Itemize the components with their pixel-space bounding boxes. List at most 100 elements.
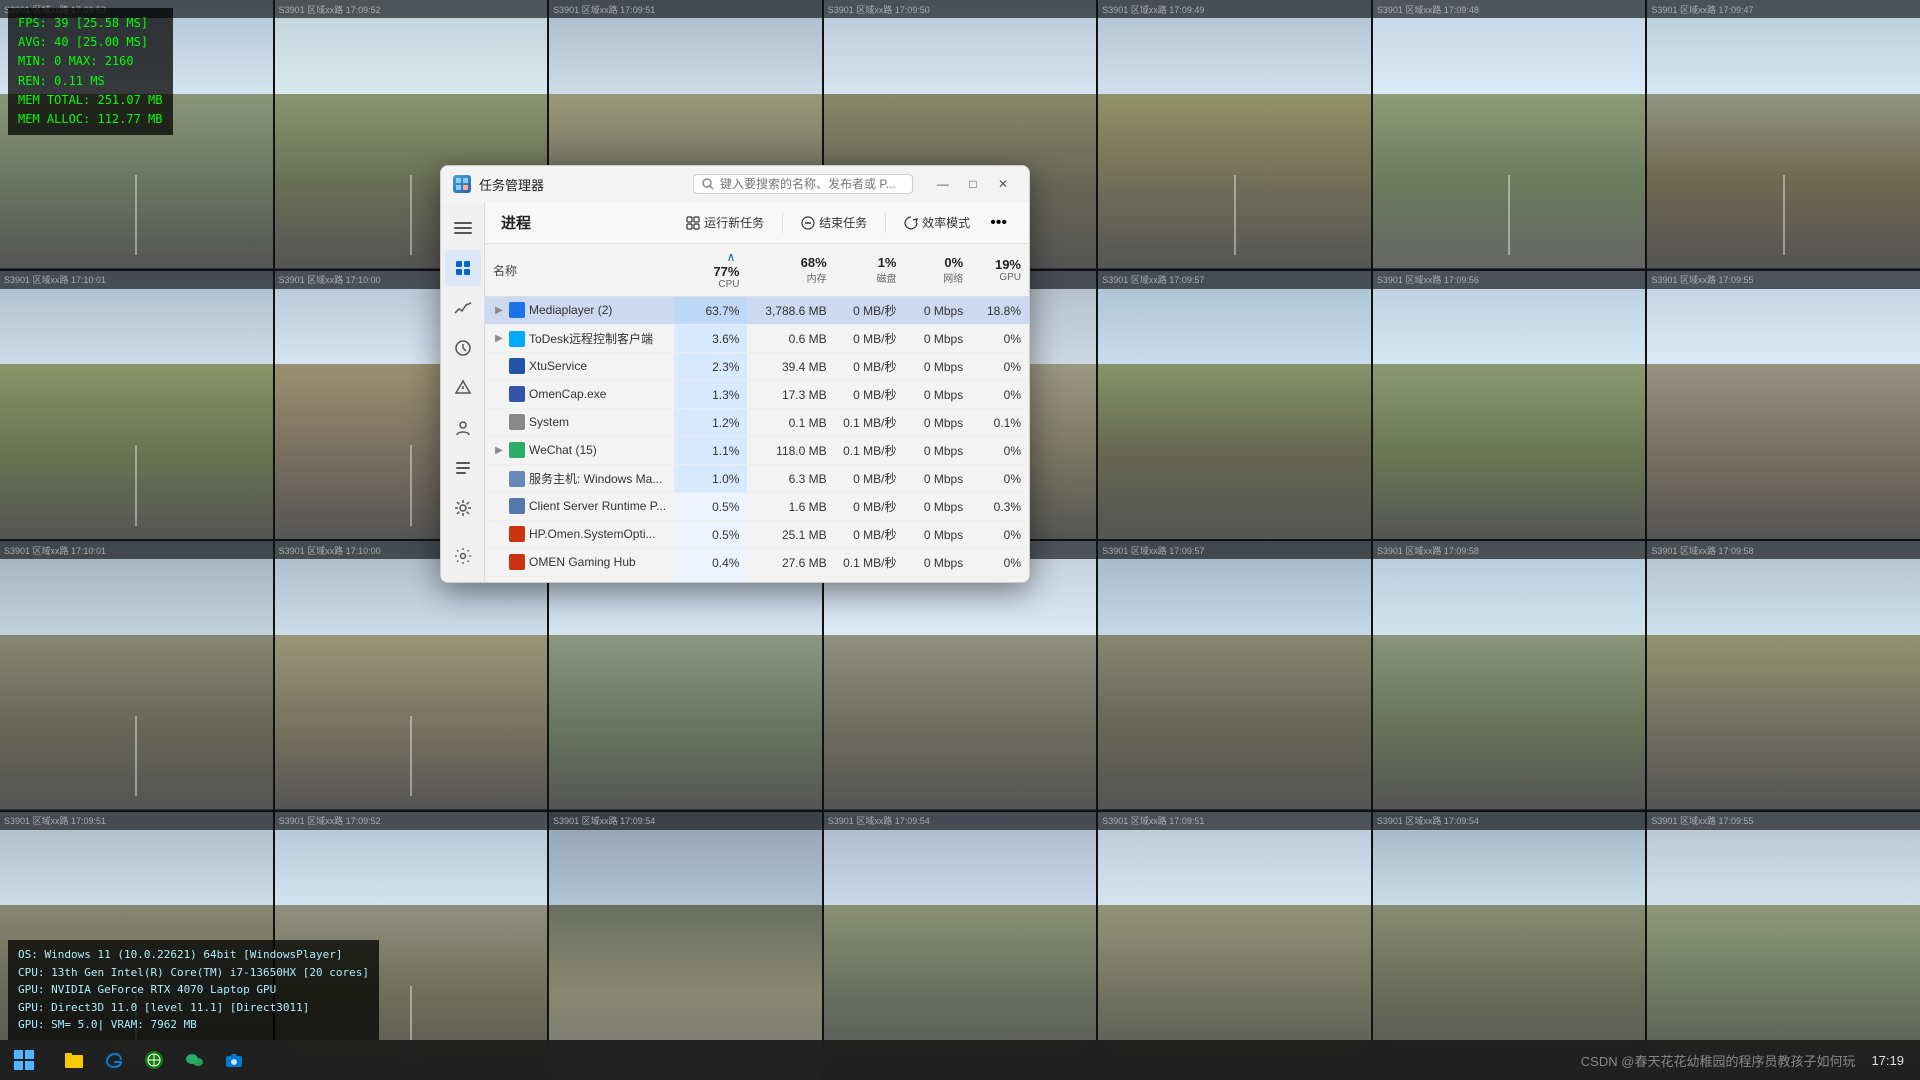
run-task-label: 运行新任务 [704, 214, 764, 231]
camera-cell[interactable]: S3901 区域xx路 17:09:57 [1098, 541, 1371, 810]
process-cpu: 1.0% [674, 465, 747, 493]
camera-cell[interactable]: S3901 区域xx路 17:09:56 [1373, 271, 1646, 540]
table-row[interactable]: Client Server Runtime P...0.5%1.6 MB0 MB… [485, 493, 1029, 521]
camera-cell[interactable]: S3901 区域xx路 17:09:58 [1373, 541, 1646, 810]
column-header-disk[interactable]: 1% 磁盘 [835, 244, 905, 297]
taskmanager-search[interactable] [693, 174, 913, 194]
table-row[interactable]: System1.2%0.1 MB0.1 MB/秒0 Mbps0.1% [485, 409, 1029, 437]
table-row[interactable]: 服务主机: Windows Ma...1.0%6.3 MB0 MB/秒0 Mbp… [485, 465, 1029, 493]
process-disk: 0 MB/秒 [835, 297, 905, 325]
table-header-row: 名称 ∧ 77% CPU 68% 内存 [485, 244, 1029, 297]
process-gpu: 0% [971, 353, 1029, 381]
sysinfo-cpu: CPU: 13th Gen Intel(R) Core(TM) i7-13650… [18, 964, 369, 982]
process-network: 0 Mbps [904, 381, 971, 409]
taskbar-icon-edge[interactable] [96, 1042, 132, 1078]
table-row[interactable]: ▶Mediaplayer (2)63.7%3,788.6 MB0 MB/秒0 M… [485, 297, 1029, 325]
table-row[interactable]: ▶ToDesk远程控制客户端3.6%0.6 MB0 MB/秒0 Mbps0% [485, 325, 1029, 353]
camera-label: S3901 区域xx路 17:09:58 [1373, 541, 1646, 559]
search-input[interactable] [720, 177, 900, 191]
process-table-container[interactable]: 名称 ∧ 77% CPU 68% 内存 [485, 244, 1029, 582]
process-network: 0 Mbps [904, 493, 971, 521]
camera-cell[interactable]: S3901 区域xx路 17:09:58 [1647, 541, 1920, 810]
column-header-name[interactable]: 名称 [485, 244, 674, 297]
process-memory: 6.3 MB [747, 465, 834, 493]
start-button[interactable] [0, 1040, 48, 1080]
sidebar-item-settings[interactable] [445, 538, 481, 574]
process-memory: 1.6 MB [747, 493, 834, 521]
process-memory: 27.6 MB [747, 549, 834, 577]
table-row[interactable]: OmenCap.exe1.3%17.3 MB0 MB/秒0 Mbps0% [485, 381, 1029, 409]
taskbar-icon-xbox[interactable] [136, 1042, 172, 1078]
sidebar-item-users[interactable] [445, 410, 481, 446]
camera-label: S3901 区域xx路 17:09:52 [275, 0, 548, 18]
debug-avg: AVG: 40 [25.00 MS] [18, 33, 163, 52]
process-name-text: Mediaplayer (2) [529, 303, 612, 317]
camera-cell[interactable]: S3901 区域xx路 17:09:48 [1373, 0, 1646, 269]
taskbar-icon-wechat[interactable] [176, 1042, 212, 1078]
run-task-button[interactable]: 运行新任务 [676, 210, 774, 235]
end-task-button[interactable]: 结束任务 [791, 210, 877, 235]
process-network: 0 Mbps [904, 353, 971, 381]
expand-arrow[interactable]: ▶ [493, 305, 505, 316]
sidebar-menu-button[interactable] [445, 210, 481, 246]
camera-cell[interactable]: S3901 区域xx路 17:09:57 [1098, 271, 1371, 540]
processes-tab-title: 进程 [501, 212, 672, 233]
sidebar-item-details[interactable] [445, 450, 481, 486]
taskmanager-body: 进程 运行新任务 结束任务 效率模式 ••• [441, 202, 1029, 582]
camera-cell[interactable]: S3901 区域xx路 17:09:49 [1098, 0, 1371, 269]
process-memory: 118.0 MB [747, 437, 834, 465]
process-name-cell: XtuService [485, 353, 674, 379]
camera-cell[interactable]: S3901 区域xx路 17:10:01 [0, 541, 273, 810]
process-gpu: 0% [971, 549, 1029, 577]
taskbar-icon-explorer[interactable] [56, 1042, 92, 1078]
table-row[interactable]: HP.Omen.SystemOpti...0.5%25.1 MB0 MB/秒0 … [485, 521, 1029, 549]
taskbar-right: CSDN @春天花花幼稚园的程序员教孩子如何玩 17:19 [1581, 1051, 1920, 1070]
process-disk: 0.1 MB/秒 [835, 437, 905, 465]
column-header-cpu[interactable]: ∧ 77% CPU [674, 244, 747, 297]
close-button[interactable]: ✕ [989, 170, 1017, 198]
expand-arrow[interactable]: ▶ [493, 445, 505, 456]
debug-ren: REN: 0.11 MS [18, 72, 163, 91]
taskbar-time: 17:19 [1871, 1053, 1904, 1068]
efficiency-button[interactable]: 效率模式 [894, 210, 980, 235]
table-row[interactable]: ▶WeChat (15)1.1%118.0 MB0.1 MB/秒0 Mbps0% [485, 437, 1029, 465]
process-table-body: ▶Mediaplayer (2)63.7%3,788.6 MB0 MB/秒0 M… [485, 297, 1029, 583]
taskbar: CSDN @春天花花幼稚园的程序员教孩子如何玩 17:19 [0, 1040, 1920, 1080]
debug-memtotal: MEM TOTAL: 251.07 MB [18, 91, 163, 110]
debug-minmax: MIN: 0 MAX: 2160 [18, 52, 163, 71]
camera-cell[interactable]: S3901 区域xx路 17:09:55 [1647, 271, 1920, 540]
camera-cell[interactable]: S3901 区域xx路 17:10:01 [0, 271, 273, 540]
process-disk: 0 MB/秒 [835, 493, 905, 521]
minimize-button[interactable]: — [929, 170, 957, 198]
more-options-button[interactable]: ••• [984, 210, 1013, 236]
maximize-button[interactable]: □ [959, 170, 987, 198]
sysinfo-gpu2: GPU: Direct3D 11.0 [level 11.1] [Direct3… [18, 999, 369, 1017]
sidebar-item-history[interactable] [445, 330, 481, 366]
table-row[interactable]: 腾讯电脑管家 (32 位)0.4%72.8 MB0 MB/秒0 Mbps0.1% [485, 577, 1029, 583]
taskbar-pinned-icons [48, 1042, 260, 1078]
process-name-text: ToDesk远程控制客户端 [529, 330, 653, 347]
sidebar-item-startup[interactable] [445, 370, 481, 406]
process-gpu: 0% [971, 325, 1029, 353]
toolbar-separator2 [885, 213, 886, 233]
process-name-text: XtuService [529, 359, 587, 373]
sidebar-item-process[interactable] [445, 250, 481, 286]
process-disk: 0.1 MB/秒 [835, 409, 905, 437]
process-icon [509, 554, 525, 570]
sidebar-item-performance[interactable] [445, 290, 481, 326]
process-name-cell: ▶ Mediaplayer (2) [485, 297, 674, 323]
column-header-gpu[interactable]: 19% GPU [971, 244, 1029, 297]
column-header-memory[interactable]: 68% 内存 [747, 244, 834, 297]
expand-arrow[interactable]: ▶ [493, 333, 505, 344]
process-gpu: 0% [971, 521, 1029, 549]
column-header-network[interactable]: 0% 网络 [904, 244, 971, 297]
taskbar-icon-camera[interactable] [216, 1042, 252, 1078]
sidebar-item-services[interactable] [445, 490, 481, 526]
camera-cell[interactable]: S3901 区域xx路 17:09:47 [1647, 0, 1920, 269]
table-row[interactable]: OMEN Gaming Hub0.4%27.6 MB0.1 MB/秒0 Mbps… [485, 549, 1029, 577]
process-name-text: 服务主机: Windows Ma... [529, 470, 662, 487]
process-name-text: Client Server Runtime P... [529, 499, 666, 513]
table-row[interactable]: XtuService2.3%39.4 MB0 MB/秒0 Mbps0% [485, 353, 1029, 381]
process-network: 0 Mbps [904, 297, 971, 325]
sysinfo-gpu1: GPU: NVIDIA GeForce RTX 4070 Laptop GPU [18, 981, 369, 999]
